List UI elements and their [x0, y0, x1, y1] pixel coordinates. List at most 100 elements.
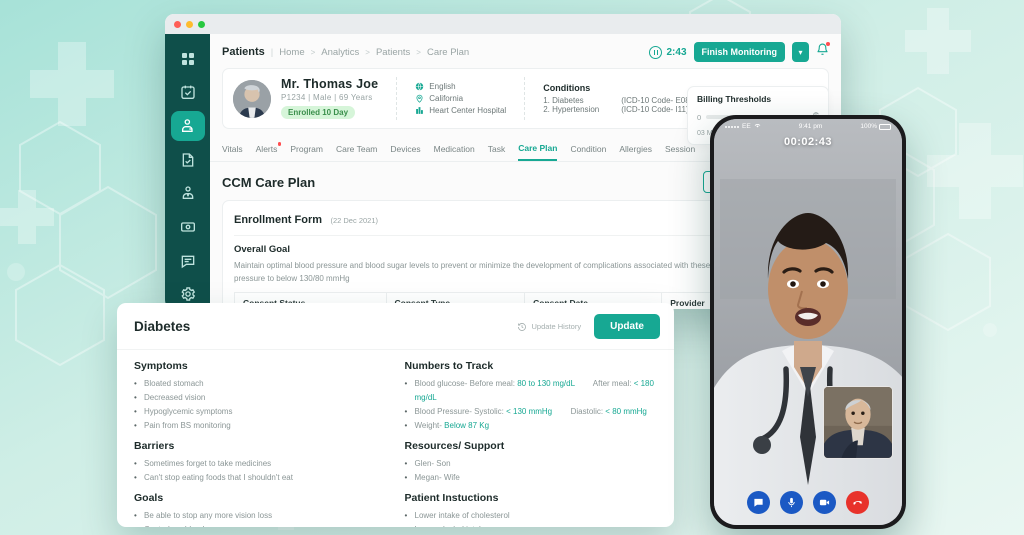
condition-name: 1. Diabetes [543, 96, 584, 105]
sidebar-item-appointments[interactable] [171, 78, 205, 108]
patient-meta: P1234 | Male | 69 Years [281, 93, 373, 102]
tab-allergies[interactable]: Allergies [619, 144, 652, 160]
list-item: Megan- Wife [405, 471, 658, 485]
billing-min-label: 0 [697, 112, 702, 122]
window-maximize-button[interactable] [198, 20, 205, 28]
sidebar-item-messages[interactable] [171, 246, 205, 276]
money-icon [180, 222, 195, 232]
metric-label: Blood Pressure- Systolic: [414, 407, 504, 416]
breadcrumb-item-home[interactable]: Home [279, 47, 304, 58]
sidebar-item-reports[interactable] [171, 145, 205, 175]
conditions-title: Conditions [543, 83, 591, 93]
tab-vitals[interactable]: Vitals [222, 144, 243, 160]
goals-heading: Goals [134, 492, 164, 504]
tab-care-team[interactable]: Care Team [336, 144, 377, 160]
symptoms-list: Bloated stomach Decreased vision Hypogly… [134, 377, 387, 433]
sidebar-item-dashboard[interactable] [171, 44, 205, 74]
chat-button[interactable] [747, 491, 770, 514]
metric-value: < 130 mmHg [506, 407, 553, 416]
info-label: English [429, 82, 456, 91]
patient-info-list: English California Heart Center Hospital [415, 82, 506, 115]
app-sidebar [165, 34, 210, 309]
phone-screen: EE 9:41 pm 100% 00:02:43 [714, 119, 902, 525]
sidebar-item-patients[interactable] [170, 111, 205, 141]
gear-icon [180, 287, 195, 301]
metric-value: 80 to 130 mg/dL [517, 379, 575, 388]
diabetes-left-column: Symptoms Bloated stomach Decreased visio… [134, 360, 387, 527]
calendar-check-icon [180, 86, 195, 100]
tab-label: Alerts [255, 144, 278, 154]
notifications-button[interactable] [816, 42, 830, 61]
window-minimize-button[interactable] [186, 20, 193, 28]
window-close-button[interactable] [174, 20, 181, 28]
breadcrumb-item-patients[interactable]: Patients [376, 47, 410, 58]
battery-label: 100% [860, 123, 877, 130]
diabetes-card-title: Diabetes [134, 319, 191, 334]
sidebar-item-providers[interactable] [171, 179, 205, 209]
carrier-label: EE [742, 123, 751, 130]
update-button[interactable]: Update [594, 314, 660, 339]
breadcrumb-divider: | [270, 47, 274, 58]
patient-avatar [233, 79, 271, 118]
globe-icon [416, 82, 424, 91]
monitoring-timer: 2:43 [649, 45, 687, 59]
list-item: Bloated stomach [134, 377, 387, 391]
battery-icon [878, 123, 891, 130]
divider [396, 77, 398, 120]
breadcrumb: Patients | Home > Analytics > Patients >… [222, 46, 469, 58]
metric-label-2: Diastolic: [570, 407, 604, 416]
billing-title: Billing Thresholds [697, 94, 772, 104]
tab-alerts[interactable]: Alerts [255, 142, 282, 160]
enrollment-badge: Enrolled 10 Day [281, 106, 356, 119]
care-plan-title: CCM Care Plan [222, 174, 316, 190]
self-view-thumbnail[interactable] [823, 386, 893, 459]
breadcrumb-item-analytics[interactable]: Analytics [321, 47, 359, 58]
tab-care-plan[interactable]: Care Plan [518, 143, 558, 161]
history-icon [518, 322, 527, 331]
finish-monitoring-button[interactable]: Finish Monitoring [693, 42, 785, 62]
patient-instructions-heading: Patient Instuctions [404, 492, 499, 504]
list-item: Lower intake of cholesterol [405, 509, 658, 523]
list-item: Blood Pressure- Systolic: < 130 mmHg Dia… [405, 405, 658, 419]
chat-icon [181, 255, 194, 268]
list-item: Can't stop eating foods that I shouldn't… [134, 471, 387, 485]
mute-button[interactable] [780, 491, 803, 514]
doctor-icon [182, 186, 193, 200]
tab-condition[interactable]: Condition [570, 144, 606, 160]
call-controls [714, 491, 902, 514]
metric-label: Weight- [414, 421, 442, 430]
grid-icon [181, 52, 194, 65]
list-item: Blood glucose- Before meal: 80 to 130 mg… [405, 377, 658, 405]
tab-task[interactable]: Task [488, 144, 505, 160]
patient-info-location: California [415, 94, 506, 103]
tab-session[interactable]: Session [665, 144, 695, 160]
breadcrumb-item-care-plan[interactable]: Care Plan [427, 47, 469, 58]
patient-info-hospital: Heart Center Hospital [415, 106, 506, 115]
list-item: Pain from BS monitoring [134, 419, 387, 433]
alert-dot-icon [277, 142, 282, 146]
sidebar-item-billing[interactable] [171, 212, 205, 242]
info-label: California [429, 94, 464, 103]
patient-video [824, 387, 892, 458]
list-item: Weight- Below 87 Kg [405, 419, 658, 433]
breadcrumb-arrow: > [310, 48, 316, 57]
finish-monitoring-dropdown[interactable]: ▾ [792, 42, 809, 62]
end-call-button[interactable] [846, 491, 869, 514]
list-item: Sometimes forget to take medicines [134, 457, 387, 471]
tab-medication[interactable]: Medication [434, 144, 475, 160]
patient-instructions-list: Lower intake of cholesterol Lower alcoho… [405, 509, 658, 527]
phone-time: 9:41 pm [798, 123, 823, 130]
video-button[interactable] [813, 491, 836, 514]
condition-code: (ICD-10 Code- I11) [621, 105, 689, 114]
tab-program[interactable]: Program [290, 144, 323, 160]
update-history-button[interactable]: Update History [517, 322, 581, 332]
conditions-block: Conditions 1. Diabetes (ICD-10 Code- E08… [543, 83, 703, 114]
list-item: Control my blood sugar [134, 523, 387, 527]
goals-list: Be able to stop any more vision loss Con… [134, 509, 387, 527]
info-label: Heart Center Hospital [429, 106, 507, 115]
breadcrumb-arrow: > [365, 48, 370, 57]
tab-devices[interactable]: Devices [390, 144, 420, 160]
metric-value-2: < 80 mmHg [605, 407, 647, 416]
resources-list: Glen- Son Megan- Wife [405, 457, 658, 485]
pause-circle-icon[interactable] [649, 45, 663, 59]
